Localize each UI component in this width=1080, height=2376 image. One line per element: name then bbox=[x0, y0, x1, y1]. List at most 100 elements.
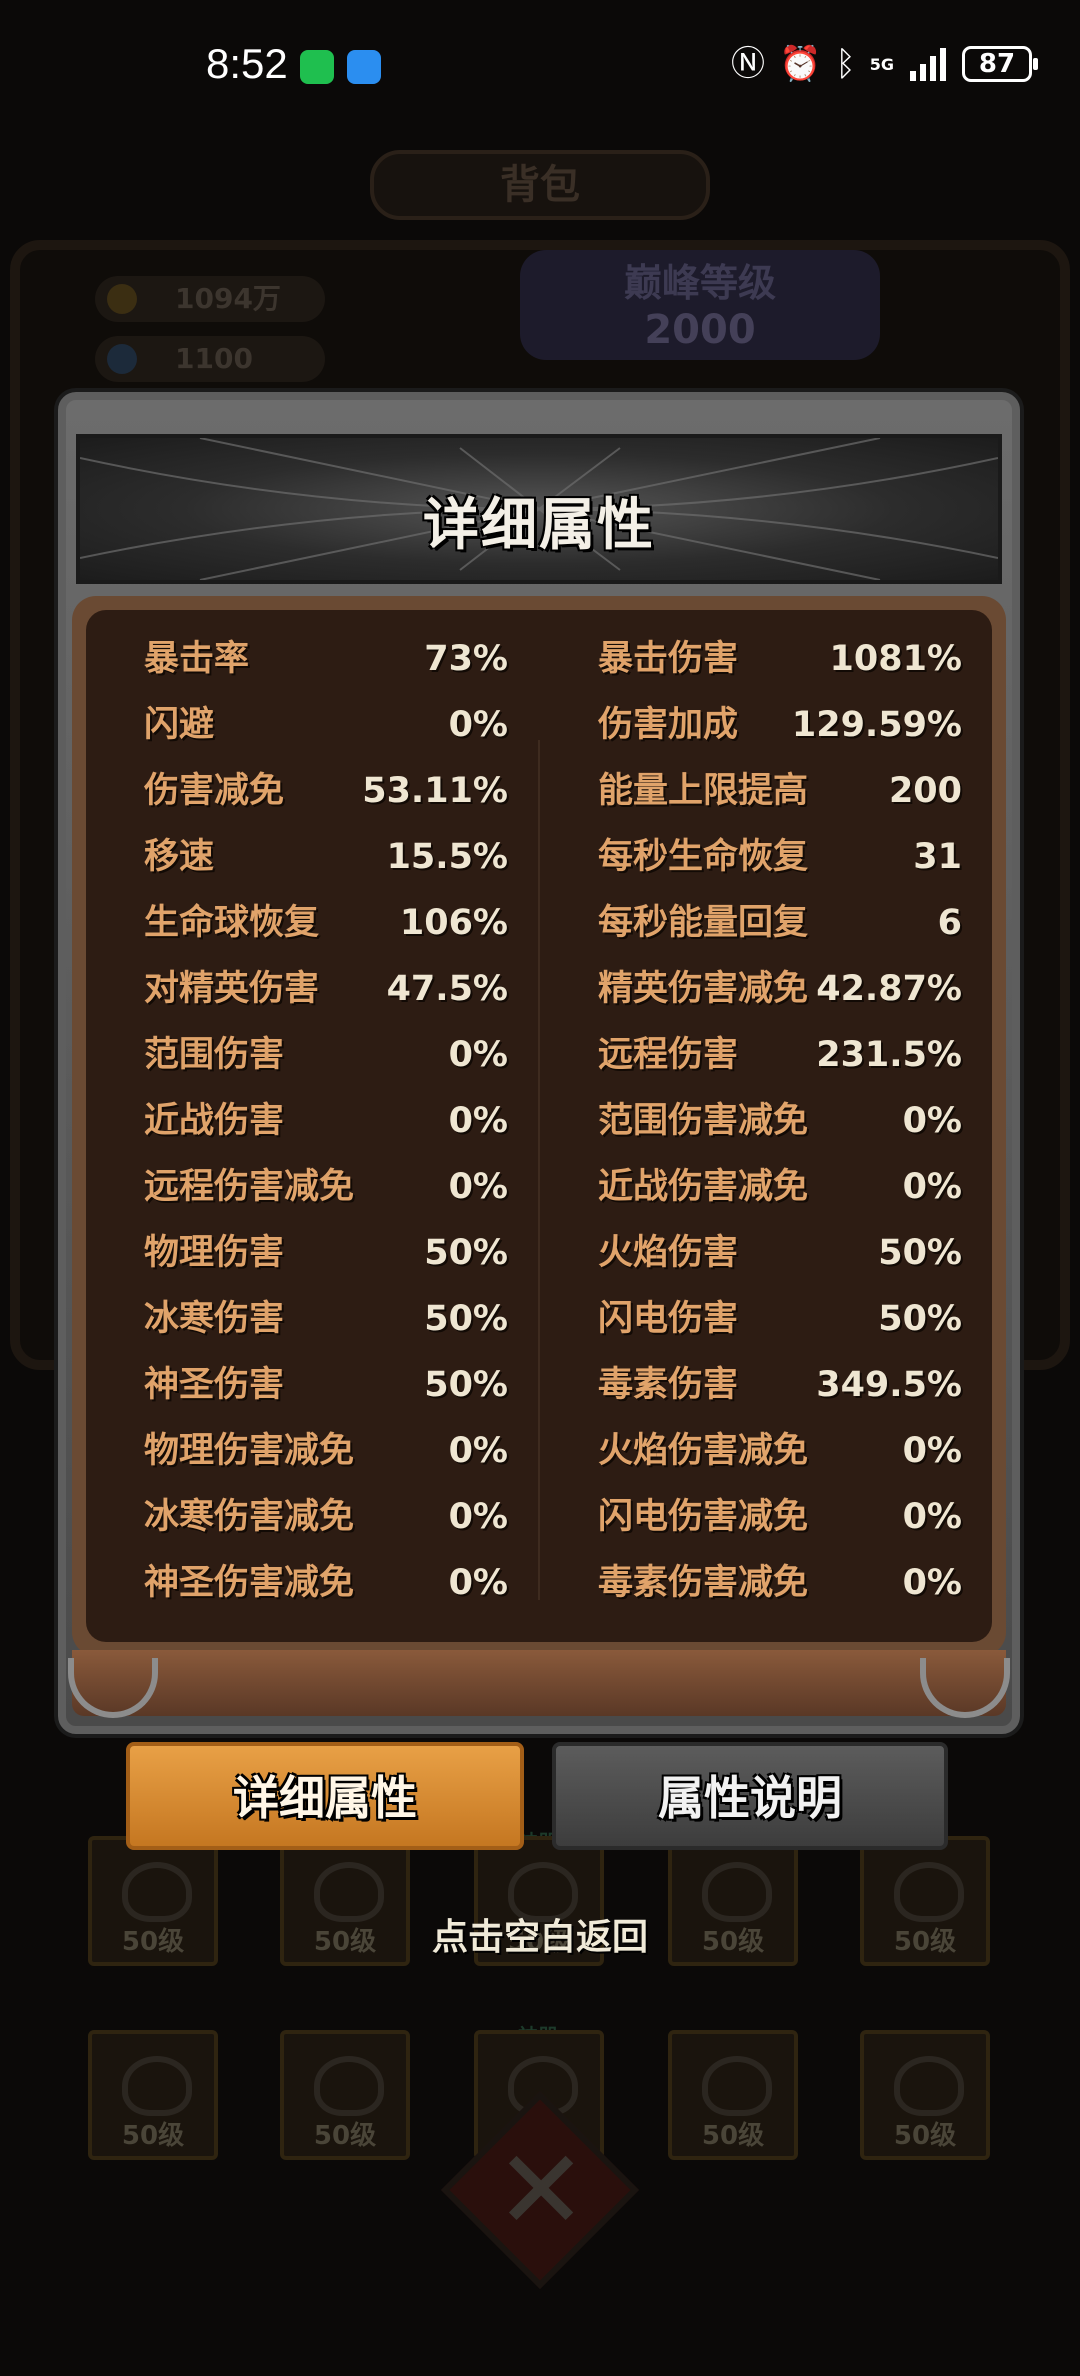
stat-value: 0% bbox=[448, 1497, 508, 1537]
stat-value: 0% bbox=[448, 1035, 508, 1075]
stat-row: 每秒生命恢复 31 bbox=[598, 824, 962, 890]
stat-row: 闪电伤害减免 0% bbox=[598, 1484, 962, 1550]
stat-value: 31 bbox=[913, 837, 962, 877]
detail-stats-modal: 详细属性 暴击率 73% 闪避 0% 伤害减免 53.11% 移速 15.5% 生命球恢… bbox=[58, 392, 1020, 1734]
stat-value: 129.59% bbox=[791, 705, 962, 745]
stat-name: 毒素伤害减免 bbox=[598, 1563, 809, 1603]
stat-row: 暴击伤害 1081% bbox=[598, 626, 962, 692]
stat-name: 毒素伤害 bbox=[598, 1365, 739, 1405]
stat-name: 每秒生命恢复 bbox=[598, 837, 809, 877]
message-icon bbox=[347, 50, 381, 84]
stat-value: 349.5% bbox=[816, 1365, 962, 1405]
stat-value: 200 bbox=[888, 771, 962, 811]
signal-icon bbox=[910, 48, 946, 81]
stat-name: 远程伤害 bbox=[598, 1035, 739, 1075]
modal-title: 详细属性 bbox=[423, 493, 655, 558]
backpack-title: 背包 bbox=[370, 150, 710, 220]
equipment-slot[interactable]: 50级 bbox=[88, 2030, 218, 2160]
stat-name: 范围伤害减免 bbox=[598, 1101, 809, 1141]
stat-row: 生命球恢复 106% bbox=[144, 890, 508, 956]
stat-name: 近战伤害 bbox=[144, 1101, 285, 1141]
peak-level-badge: 巅峰等级 2000 bbox=[520, 250, 880, 360]
stat-row: 移速 15.5% bbox=[144, 824, 508, 890]
stat-value: 15.5% bbox=[386, 837, 508, 877]
stat-value: 106% bbox=[399, 903, 508, 943]
stat-value: 0% bbox=[448, 705, 508, 745]
equipment-slot[interactable]: 50级 bbox=[860, 2030, 990, 2160]
stat-value: 0% bbox=[448, 1167, 508, 1207]
stat-row: 物理伤害减免 0% bbox=[144, 1418, 508, 1484]
battery-indicator: 87 bbox=[962, 46, 1038, 82]
stat-value: 6 bbox=[937, 903, 962, 943]
stat-name: 伤害加成 bbox=[598, 705, 739, 745]
stat-row: 伤害加成 129.59% bbox=[598, 692, 962, 758]
network-type: 5G bbox=[869, 54, 894, 74]
stat-name: 对精英伤害 bbox=[144, 969, 320, 1009]
stat-row: 近战伤害减免 0% bbox=[598, 1154, 962, 1220]
stat-value: 53.11% bbox=[362, 771, 508, 811]
stat-name: 神圣伤害 bbox=[144, 1365, 285, 1405]
gear-icon bbox=[122, 2056, 192, 2116]
stat-value: 0% bbox=[448, 1431, 508, 1471]
stat-value: 50% bbox=[424, 1365, 508, 1405]
stat-row: 神圣伤害减免 0% bbox=[144, 1550, 508, 1616]
stat-value: 0% bbox=[448, 1101, 508, 1141]
modal-header: 详细属性 bbox=[76, 434, 1002, 584]
equipment-slot[interactable]: 50级 bbox=[280, 2030, 410, 2160]
stat-name: 闪电伤害 bbox=[598, 1299, 739, 1339]
gem-icon bbox=[107, 344, 137, 374]
stat-value: 0% bbox=[902, 1167, 962, 1207]
stat-value: 231.5% bbox=[816, 1035, 962, 1075]
tab-attribute-explanation[interactable]: 属性说明 bbox=[552, 1742, 948, 1850]
stat-row: 冰寒伤害 50% bbox=[144, 1286, 508, 1352]
stat-row: 毒素伤害减免 0% bbox=[598, 1550, 962, 1616]
tab-detail-attributes[interactable]: 详细属性 bbox=[126, 1742, 524, 1850]
stat-value: 73% bbox=[424, 639, 508, 679]
crossed-swords-icon: ✕ bbox=[495, 2126, 588, 2254]
stat-name: 物理伤害减免 bbox=[144, 1431, 355, 1471]
stat-row: 对精英伤害 47.5% bbox=[144, 956, 508, 1022]
stat-name: 物理伤害 bbox=[144, 1233, 285, 1273]
stat-value: 42.87% bbox=[816, 969, 962, 1009]
stat-value: 50% bbox=[424, 1233, 508, 1273]
stat-row: 远程伤害 231.5% bbox=[598, 1022, 962, 1088]
tap-blank-to-return-hint[interactable]: 点击空白返回 bbox=[0, 1908, 1080, 1960]
stat-name: 火焰伤害 bbox=[598, 1233, 739, 1273]
bluetooth-icon: ᛒ bbox=[835, 44, 856, 84]
stat-row: 神圣伤害 50% bbox=[144, 1352, 508, 1418]
stat-name: 冰寒伤害减免 bbox=[144, 1497, 355, 1537]
stat-value: 1081% bbox=[829, 639, 962, 679]
wechat-icon bbox=[300, 50, 334, 84]
stat-row: 毒素伤害 349.5% bbox=[598, 1352, 962, 1418]
stat-row: 近战伤害 0% bbox=[144, 1088, 508, 1154]
stat-name: 火焰伤害减免 bbox=[598, 1431, 809, 1471]
alarm-icon: ⏰ bbox=[778, 44, 822, 84]
stat-row: 远程伤害减免 0% bbox=[144, 1154, 508, 1220]
stat-name: 能量上限提高 bbox=[598, 771, 809, 811]
stats-panel[interactable]: 暴击率 73% 闪避 0% 伤害减免 53.11% 移速 15.5% 生命球恢复 106%… bbox=[72, 596, 1006, 1656]
stat-name: 近战伤害减免 bbox=[598, 1167, 809, 1207]
gold-counter: 1094万 bbox=[95, 276, 325, 322]
status-icons: Ⓝ ⏰ ᛒ 5G 87 bbox=[731, 42, 1038, 86]
stat-name: 生命球恢复 bbox=[144, 903, 320, 943]
stats-scroll-area[interactable]: 暴击率 73% 闪避 0% 伤害减免 53.11% 移速 15.5% 生命球恢复 106%… bbox=[86, 610, 992, 1642]
gem-counter: 1100 bbox=[95, 336, 325, 382]
stat-name: 精英伤害减免 bbox=[598, 969, 809, 1009]
gold-coin-icon bbox=[107, 284, 137, 314]
stat-name: 范围伤害 bbox=[144, 1035, 285, 1075]
stat-value: 0% bbox=[448, 1563, 508, 1603]
stat-row: 冰寒伤害减免 0% bbox=[144, 1484, 508, 1550]
stat-row: 火焰伤害减免 0% bbox=[598, 1418, 962, 1484]
gear-icon bbox=[894, 2056, 964, 2116]
stat-value: 50% bbox=[878, 1299, 962, 1339]
equipment-slot[interactable]: 50级 bbox=[668, 2030, 798, 2160]
stat-row: 闪电伤害 50% bbox=[598, 1286, 962, 1352]
stat-name: 暴击率 bbox=[144, 639, 250, 679]
stat-value: 0% bbox=[902, 1431, 962, 1471]
stat-name: 每秒能量回复 bbox=[598, 903, 809, 943]
stat-row: 物理伤害 50% bbox=[144, 1220, 508, 1286]
stat-row: 范围伤害 0% bbox=[144, 1022, 508, 1088]
stat-name: 冰寒伤害 bbox=[144, 1299, 285, 1339]
modal-bottom-bar bbox=[72, 1650, 1006, 1716]
column-divider bbox=[538, 740, 540, 1600]
